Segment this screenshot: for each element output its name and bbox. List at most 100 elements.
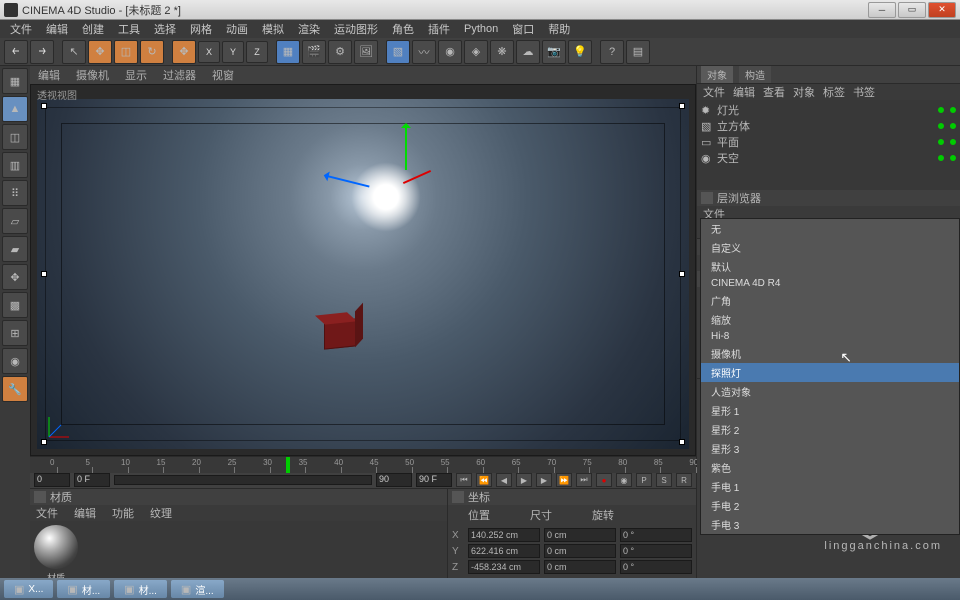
- mat-tab[interactable]: 功能: [112, 505, 134, 521]
- model-mode-button[interactable]: ▲: [2, 96, 28, 122]
- y-axis-gizmo[interactable]: [405, 124, 407, 170]
- handle-icon[interactable]: [41, 103, 47, 109]
- play-button[interactable]: ▶: [516, 473, 532, 487]
- picture-viewer-button[interactable]: 🖼: [354, 40, 378, 64]
- obj-menu-item[interactable]: 标签: [823, 84, 845, 100]
- popup-item[interactable]: 手电 3: [701, 515, 959, 534]
- object-item[interactable]: ▭平面: [701, 134, 956, 150]
- taskbar-item[interactable]: ▣X...: [4, 580, 53, 598]
- render-button[interactable]: 🎬: [302, 40, 326, 64]
- cube-object[interactable]: [324, 318, 356, 349]
- obj-menu-item[interactable]: 书签: [853, 84, 875, 100]
- taskbar-item[interactable]: ▣渲...: [171, 580, 224, 598]
- point-mode-button[interactable]: ⠿: [2, 180, 28, 206]
- view-tab[interactable]: 摄像机: [72, 66, 113, 84]
- edge-mode-button[interactable]: ▱: [2, 208, 28, 234]
- scale-tool[interactable]: ◫: [114, 40, 138, 64]
- menu-帮助[interactable]: 帮助: [542, 20, 576, 38]
- snap-button[interactable]: ⊞: [2, 320, 28, 346]
- deformer-button[interactable]: ❋: [490, 40, 514, 64]
- popup-item[interactable]: 手电 2: [701, 496, 959, 515]
- help-icon[interactable]: ?: [600, 40, 624, 64]
- view-tab[interactable]: 过滤器: [159, 66, 200, 84]
- mat-tab[interactable]: 纹理: [150, 505, 172, 521]
- menu-创建[interactable]: 创建: [76, 20, 110, 38]
- object-list[interactable]: ✹灯光▧立方体▭平面◉天空: [697, 100, 960, 190]
- handle-icon[interactable]: [679, 103, 685, 109]
- objects-tab[interactable]: 对象: [701, 66, 733, 83]
- enable-axis-button[interactable]: ✥: [2, 264, 28, 290]
- make-editable-button[interactable]: ▦: [2, 68, 28, 94]
- viewport[interactable]: 透视视图: [30, 84, 696, 456]
- menu-动画[interactable]: 动画: [220, 20, 254, 38]
- timeline-start-field[interactable]: 0: [34, 473, 70, 487]
- view-tab[interactable]: 显示: [121, 66, 151, 84]
- camera-button[interactable]: 📷: [542, 40, 566, 64]
- viewport-solo-button[interactable]: ▩: [2, 292, 28, 318]
- x-axis-lock[interactable]: X: [198, 41, 220, 63]
- redo-button[interactable]: [30, 40, 54, 64]
- maximize-button[interactable]: ▭: [898, 2, 926, 18]
- timeline-ruler[interactable]: 051015202530354045505560657075808590: [30, 457, 696, 473]
- coord-size-field[interactable]: 0 cm: [544, 528, 616, 542]
- render-dot[interactable]: [950, 139, 956, 145]
- workplane-button[interactable]: ▥: [2, 152, 28, 178]
- goto-end-button[interactable]: ⏭: [576, 473, 592, 487]
- popup-item[interactable]: 手电 1: [701, 477, 959, 496]
- popup-item[interactable]: 摄像机: [701, 344, 959, 363]
- tweak-button[interactable]: 🔧: [2, 376, 28, 402]
- view-tab[interactable]: 编辑: [34, 66, 64, 84]
- obj-menu-item[interactable]: 对象: [793, 84, 815, 100]
- popup-item[interactable]: 无: [701, 219, 959, 238]
- menu-文件[interactable]: 文件: [4, 20, 38, 38]
- object-item[interactable]: ✹灯光: [701, 102, 956, 118]
- layout-button[interactable]: ▤: [626, 40, 650, 64]
- timeline-scrollbar[interactable]: [114, 475, 372, 485]
- visibility-dot[interactable]: [938, 139, 944, 145]
- coord-pos-field[interactable]: 140.252 cm: [468, 528, 540, 542]
- view-tab[interactable]: 视窗: [208, 66, 238, 84]
- texture-mode-button[interactable]: ◫: [2, 124, 28, 150]
- visibility-dot[interactable]: [938, 155, 944, 161]
- z-axis-lock[interactable]: Z: [246, 41, 268, 63]
- record-button[interactable]: ●: [596, 473, 612, 487]
- object-item[interactable]: ▧立方体: [701, 118, 956, 134]
- next-key-button[interactable]: ⏩: [556, 473, 572, 487]
- handle-icon[interactable]: [41, 271, 47, 277]
- coord-rot-field[interactable]: 0 °: [620, 544, 692, 558]
- render-dot[interactable]: [950, 155, 956, 161]
- key-pos-button[interactable]: P: [636, 473, 652, 487]
- render-settings-button[interactable]: ⚙: [328, 40, 352, 64]
- minimize-button[interactable]: ─: [868, 2, 896, 18]
- render-view-button[interactable]: ▦: [276, 40, 300, 64]
- popup-item[interactable]: 缩放: [701, 310, 959, 329]
- timeline-frame-field[interactable]: 0 F: [74, 473, 110, 487]
- menu-渲染[interactable]: 渲染: [292, 20, 326, 38]
- goto-start-button[interactable]: ⏮: [456, 473, 472, 487]
- object-item[interactable]: ◉天空: [701, 150, 956, 166]
- coord-size-field[interactable]: 0 cm: [544, 560, 616, 574]
- render-dot[interactable]: [950, 123, 956, 129]
- y-axis-lock[interactable]: Y: [222, 41, 244, 63]
- autokey-button[interactable]: ◉: [616, 473, 632, 487]
- taskbar-item[interactable]: ▣材...: [57, 580, 110, 598]
- popup-item[interactable]: 星形 3: [701, 439, 959, 458]
- handle-icon[interactable]: [679, 439, 685, 445]
- obj-menu-item[interactable]: 文件: [703, 84, 725, 100]
- mat-tab[interactable]: 编辑: [74, 505, 96, 521]
- popup-item[interactable]: 星形 1: [701, 401, 959, 420]
- key-rot-button[interactable]: R: [676, 473, 692, 487]
- spline-button[interactable]: 〰: [412, 40, 436, 64]
- menu-Python[interactable]: Python: [458, 22, 504, 36]
- menu-运动图形[interactable]: 运动图形: [328, 20, 384, 38]
- timeline-endf-field[interactable]: 90 F: [416, 473, 452, 487]
- coord-rot-field[interactable]: 0 °: [620, 560, 692, 574]
- menu-窗口[interactable]: 窗口: [506, 20, 540, 38]
- nurbs-button[interactable]: ◉: [438, 40, 462, 64]
- structure-tab[interactable]: 构造: [739, 66, 771, 83]
- popup-item[interactable]: 默认: [701, 257, 959, 276]
- key-scale-button[interactable]: S: [656, 473, 672, 487]
- coord-size-field[interactable]: 0 cm: [544, 544, 616, 558]
- coord-rot-field[interactable]: 0 °: [620, 528, 692, 542]
- playhead[interactable]: [286, 457, 290, 473]
